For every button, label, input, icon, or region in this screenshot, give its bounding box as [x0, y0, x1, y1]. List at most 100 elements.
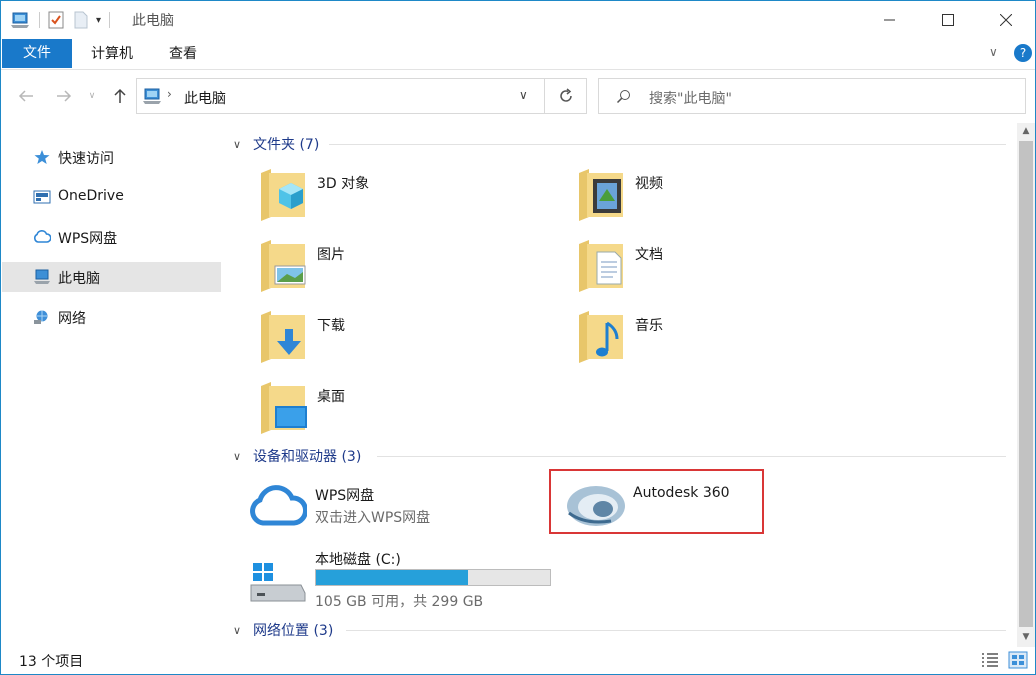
cloud-icon	[34, 230, 51, 243]
downloads-folder-icon	[261, 311, 305, 363]
folder-label: 3D 对象	[317, 176, 370, 192]
refresh-button[interactable]	[545, 78, 587, 114]
computer-icon	[34, 269, 50, 284]
chevron-down-icon: ∨	[88, 91, 96, 101]
title-bar: ▾ 此电脑	[1, 1, 1035, 39]
folder-documents[interactable]: 文档	[577, 238, 877, 304]
group-title: 文件夹 (7)	[253, 137, 320, 153]
group-title: 网络位置 (3)	[253, 623, 334, 639]
sidebar-item-network[interactable]: 网络	[2, 302, 221, 332]
folder-label: 图片	[317, 247, 345, 263]
window-title: 此电脑	[132, 13, 174, 29]
ribbon-tabs: 文件 计算机 查看 ∨ ?	[1, 39, 1035, 70]
expand-ribbon-icon[interactable]: ∨	[989, 45, 998, 59]
breadcrumb-separator-icon[interactable]: ›	[167, 87, 172, 101]
computer-icon	[143, 88, 161, 104]
breadcrumb-item[interactable]: 此电脑	[184, 88, 226, 108]
search-input[interactable]: 搜索"此电脑"	[649, 88, 732, 108]
details-view-icon[interactable]	[980, 651, 1000, 669]
group-header-devices[interactable]: ∨ 设备和驱动器 (3)	[233, 446, 361, 466]
close-icon	[1000, 14, 1012, 26]
content-pane: ∨ 文件夹 (7) 3D 对象 视频 图片 文档 下载 音乐 桌面 ∨ 设备和驱…	[223, 127, 1017, 647]
chevron-down-icon: ∨	[233, 137, 242, 151]
help-button[interactable]: ?	[1014, 44, 1032, 62]
folder-label: 桌面	[317, 389, 345, 405]
pictures-folder-icon	[261, 240, 306, 292]
folder-videos[interactable]: 视频	[577, 167, 877, 233]
scroll-down-icon[interactable]: ▼	[1017, 629, 1035, 645]
folder-label: 文档	[635, 247, 663, 263]
group-header-network[interactable]: ∨ 网络位置 (3)	[233, 620, 333, 640]
maximize-icon	[942, 14, 954, 26]
folder-music[interactable]: 音乐	[577, 309, 877, 375]
drive-subtitle: 双击进入WPS网盘	[315, 510, 431, 526]
large-icons-view-icon[interactable]	[1008, 651, 1028, 669]
scroll-thumb[interactable]	[1019, 141, 1033, 627]
vertical-scrollbar[interactable]: ▲ ▼	[1017, 123, 1035, 647]
folder-3d-objects[interactable]: 3D 对象	[259, 167, 559, 233]
new-folder-icon[interactable]	[74, 11, 88, 29]
status-bar: 13 个项目	[1, 647, 1035, 674]
maximize-button[interactable]	[925, 1, 971, 39]
back-arrow-icon	[18, 90, 33, 102]
group-title: 设备和驱动器 (3)	[253, 449, 362, 465]
drive-text: WPS网盘 双击进入WPS网盘	[315, 485, 430, 527]
forward-arrow-icon	[57, 90, 72, 102]
device-local-disk-c[interactable]: 本地磁盘 (C:) 105 GB 可用，共 299 GB	[249, 547, 589, 610]
customize-quick-access-icon[interactable]: ▾	[96, 15, 101, 26]
search-box[interactable]: 搜索"此电脑"	[598, 78, 1026, 114]
forward-button[interactable]	[53, 85, 75, 107]
sidebar-item-wps-drive[interactable]: WPS网盘	[2, 222, 221, 252]
tab-file[interactable]: 文件	[2, 39, 72, 68]
minimize-button[interactable]	[867, 1, 913, 39]
group-divider	[329, 144, 1006, 145]
sidebar-item-quick-access[interactable]: 快速访问	[2, 142, 221, 172]
folder-downloads[interactable]: 下载	[259, 309, 559, 375]
star-icon	[34, 150, 50, 164]
sidebar-item-label: OneDrive	[58, 188, 124, 204]
tab-view[interactable]: 查看	[153, 41, 213, 68]
music-folder-icon	[579, 311, 623, 363]
properties-icon[interactable]	[48, 11, 64, 29]
sidebar-item-label: WPS网盘	[58, 231, 118, 247]
sidebar-item-label: 网络	[58, 311, 86, 327]
annotation-highlight-box	[549, 469, 764, 534]
group-divider	[346, 630, 1006, 631]
item-count: 13 个项目	[19, 654, 84, 670]
folder-pictures[interactable]: 图片	[259, 238, 559, 304]
search-icon	[616, 90, 630, 104]
disk-usage-bar	[315, 569, 551, 586]
group-header-folders[interactable]: ∨ 文件夹 (7)	[233, 134, 319, 154]
desktop-folder-icon	[261, 382, 307, 434]
recent-locations-button[interactable]: ∨	[85, 85, 99, 107]
computer-icon[interactable]	[11, 11, 31, 29]
folder-desktop[interactable]: 桌面	[259, 380, 559, 446]
address-bar[interactable]: › 此电脑 ∨	[136, 78, 545, 114]
drive-subtitle: 105 GB 可用，共 299 GB	[315, 594, 484, 610]
device-wps-drive[interactable]: WPS网盘 双击进入WPS网盘	[249, 481, 549, 531]
back-button[interactable]	[15, 85, 37, 107]
scroll-up-icon[interactable]: ▲	[1017, 123, 1035, 139]
sidebar-item-label: 快速访问	[58, 151, 114, 167]
sidebar-item-onedrive[interactable]: OneDrive	[2, 182, 221, 212]
tab-computer[interactable]: 计算机	[79, 41, 145, 68]
folder-label: 下载	[317, 318, 345, 334]
minimize-icon	[884, 19, 895, 21]
folder-label: 视频	[635, 176, 663, 192]
folder-label: 音乐	[635, 318, 663, 334]
refresh-icon	[559, 88, 572, 102]
3d-objects-folder-icon	[261, 169, 305, 221]
address-dropdown-icon[interactable]: ∨	[519, 88, 528, 102]
up-button[interactable]	[109, 85, 131, 107]
network-icon	[34, 310, 48, 324]
chevron-down-icon: ∨	[233, 623, 242, 637]
close-button[interactable]	[983, 1, 1029, 39]
disk-usage-fill	[316, 570, 468, 585]
documents-folder-icon	[579, 240, 623, 292]
up-arrow-icon	[114, 88, 126, 103]
navigation-pane: 快速访问 OneDrive WPS网盘 此电脑 网络	[1, 127, 222, 647]
sidebar-item-this-pc[interactable]: 此电脑	[2, 262, 221, 292]
file-explorer-window: ▾ 此电脑 文件 计算机 查看 ∨ ? ∨ › 此电脑 ∨ 搜索"此电脑" 快速…	[0, 0, 1036, 675]
drive-title: 本地磁盘 (C:)	[315, 552, 401, 568]
onedrive-icon	[33, 190, 51, 204]
